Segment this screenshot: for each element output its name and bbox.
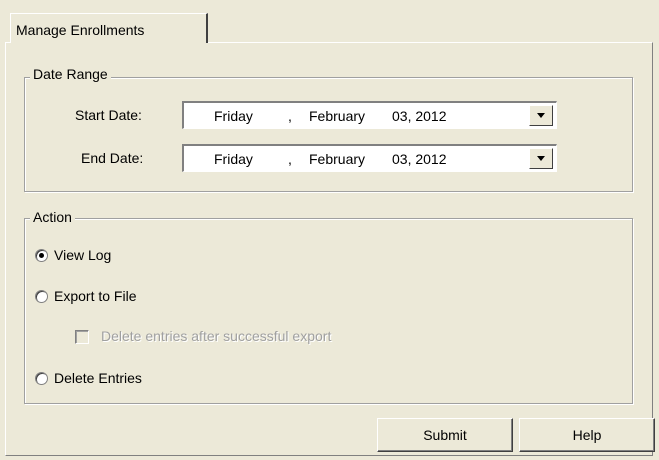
help-button[interactable]: Help bbox=[519, 418, 655, 452]
view-log-label[interactable]: View Log bbox=[54, 247, 111, 263]
end-date-dropdown-button[interactable] bbox=[529, 148, 553, 169]
view-log-radio[interactable] bbox=[35, 249, 48, 262]
date-range-group bbox=[24, 77, 633, 192]
start-date-dropdown-button[interactable] bbox=[529, 105, 553, 126]
start-date-month[interactable]: February bbox=[309, 108, 365, 124]
end-date-label: End Date: bbox=[81, 150, 144, 166]
date-range-title: Date Range bbox=[30, 66, 111, 82]
delete-after-export-checkbox[interactable] bbox=[75, 330, 89, 344]
start-date-label: Start Date: bbox=[75, 107, 142, 123]
start-date-day-year[interactable]: 03, 2012 bbox=[392, 108, 447, 124]
delete-entries-radio[interactable] bbox=[35, 372, 48, 385]
action-title: Action bbox=[30, 209, 75, 225]
end-date-picker[interactable]: Friday , February 03, 2012 bbox=[182, 144, 557, 172]
submit-button[interactable]: Submit bbox=[377, 418, 513, 452]
tab-label: Manage Enrollments bbox=[16, 22, 145, 38]
end-date-month[interactable]: February bbox=[309, 151, 365, 167]
end-date-separator: , bbox=[288, 151, 292, 167]
start-date-day[interactable]: Friday bbox=[214, 108, 253, 124]
delete-entries-label[interactable]: Delete Entries bbox=[54, 370, 142, 386]
export-to-file-radio[interactable] bbox=[35, 290, 48, 303]
tab-manage-enrollments[interactable]: Manage Enrollments bbox=[10, 13, 208, 43]
delete-after-export-label[interactable]: Delete entries after successful export bbox=[101, 328, 331, 344]
start-date-picker[interactable]: Friday , February 03, 2012 bbox=[182, 101, 557, 129]
end-date-day[interactable]: Friday bbox=[214, 151, 253, 167]
start-date-separator: , bbox=[288, 108, 292, 124]
export-to-file-label[interactable]: Export to File bbox=[54, 288, 136, 304]
end-date-day-year[interactable]: 03, 2012 bbox=[392, 151, 447, 167]
